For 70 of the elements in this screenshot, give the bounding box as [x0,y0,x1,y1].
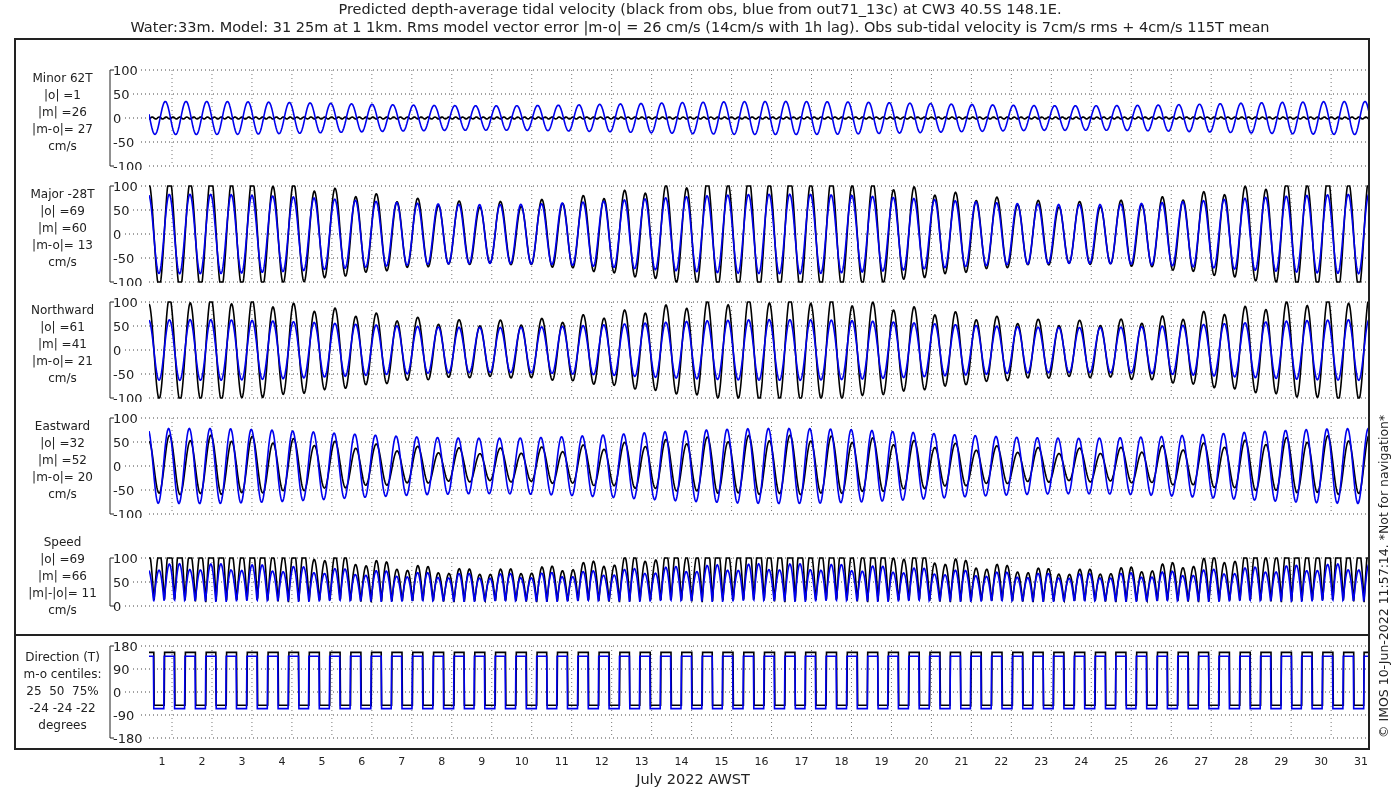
x-tick-label: 9 [478,755,486,768]
x-tick-label: 23 [1034,755,1049,768]
x-tick-label: 17 [794,755,809,768]
panel-label: Eastward |o| =32 |m| =52 |m-o|= 20 cm/s [31,417,94,503]
y-tick-label: 100 [113,550,138,566]
y-tick-label: 0 [113,342,122,358]
y-axis [109,557,115,607]
copyright-text: © IMOS 10-Jun-2022 11:57:14. *Not for navigation* [1376,414,1391,738]
y-tick-label: 0 [113,684,122,700]
x-tick-label: 5 [318,755,326,768]
y-tick-label: 100 [113,178,138,194]
x-tick-label: 10 [514,755,529,768]
y-tick-label: -100 [113,274,143,286]
y-tick-label: -100 [113,390,143,402]
x-tick-label: 7 [398,755,406,768]
y-tick-label: -50 [113,250,135,266]
x-tick-label: 3 [238,755,246,768]
y-tick-label: 100 [113,62,138,78]
x-tick-label: 26 [1154,755,1169,768]
x-tick-label: 20 [914,755,929,768]
x-tick-label: 24 [1074,755,1089,768]
y-tick-label: -50 [113,366,135,382]
x-tick-label: 28 [1234,755,1249,768]
y-tick-label: -90 [113,707,135,723]
x-tick-label: 16 [754,755,769,768]
x-tick-label: 2 [198,755,206,768]
x-tick-label: 21 [954,755,969,768]
x-tick-label: 8 [438,755,446,768]
chart-title: Water:33m. Model: 31 25m at 1 1km. Rms model vector error |m-o| = 26 cm/s (14cm/s with 1h lag). Obs sub-tidal velocity is 7cm/s rms + 4cm/s 115T mean [130,18,1270,36]
y-tick-label: 50 [113,318,130,334]
chart-title: Predicted depth-average tidal velocity (black from obs, blue from out71_13c) at CW3 40.5S 148.1E. [338,0,1062,18]
x-tick-label: 25 [1114,755,1129,768]
x-tick-label: 22 [994,755,1009,768]
y-tick-label: 0 [113,226,122,242]
y-tick-label: -50 [113,482,135,498]
y-tick-label: 100 [113,294,138,310]
x-tick-label: 14 [674,755,689,768]
y-tick-label: 50 [113,574,130,590]
y-tick-label: 0 [113,110,122,126]
x-tick-label: 29 [1274,755,1289,768]
x-tick-label: 18 [834,755,849,768]
y-tick-label: -180 [113,730,143,746]
x-tick-label: 31 [1354,755,1369,768]
x-tick-label: 1 [158,755,166,768]
x-tick-label: 19 [874,755,889,768]
y-tick-label: 0 [113,458,122,474]
x-tick-label: 27 [1194,755,1209,768]
y-tick-label: -50 [113,134,135,150]
x-tick-label: 30 [1314,755,1329,768]
y-tick-label: 0 [113,598,122,614]
y-tick-label: 180 [113,638,138,654]
y-tick-label: 100 [113,410,138,426]
x-tick-label: 4 [278,755,286,768]
y-tick-label: 50 [113,86,130,102]
y-tick-label: 50 [113,202,130,218]
panel-label: Minor 62T |o| =1 |m| =26 |m-o|= 27 cm/s [31,69,94,155]
y-tick-label: -100 [113,158,143,170]
x-tick-label: 12 [594,755,609,768]
y-tick-label: 90 [113,661,130,677]
x-tick-label: 11 [554,755,569,768]
y-tick-label: 50 [113,434,130,450]
x-axis-label: July 2022 AWST [636,770,750,788]
x-tick-label: 6 [358,755,366,768]
panel-label: Major -28T |o| =69 |m| =60 |m-o|= 13 cm/s [29,185,96,271]
panel-label: Direction (T) m-o centiles: 25 50 75% -24 -24 -22 degrees [22,648,103,734]
panel-label: Speed |o| =69 |m| =66 |m|-|o|= 11 cm/s [27,533,98,619]
x-tick-label: 13 [634,755,649,768]
y-tick-label: -100 [113,506,143,518]
panel-label: Northward |o| =61 |m| =41 |m-o|= 21 cm/s [29,301,96,387]
x-tick-label: 15 [714,755,729,768]
